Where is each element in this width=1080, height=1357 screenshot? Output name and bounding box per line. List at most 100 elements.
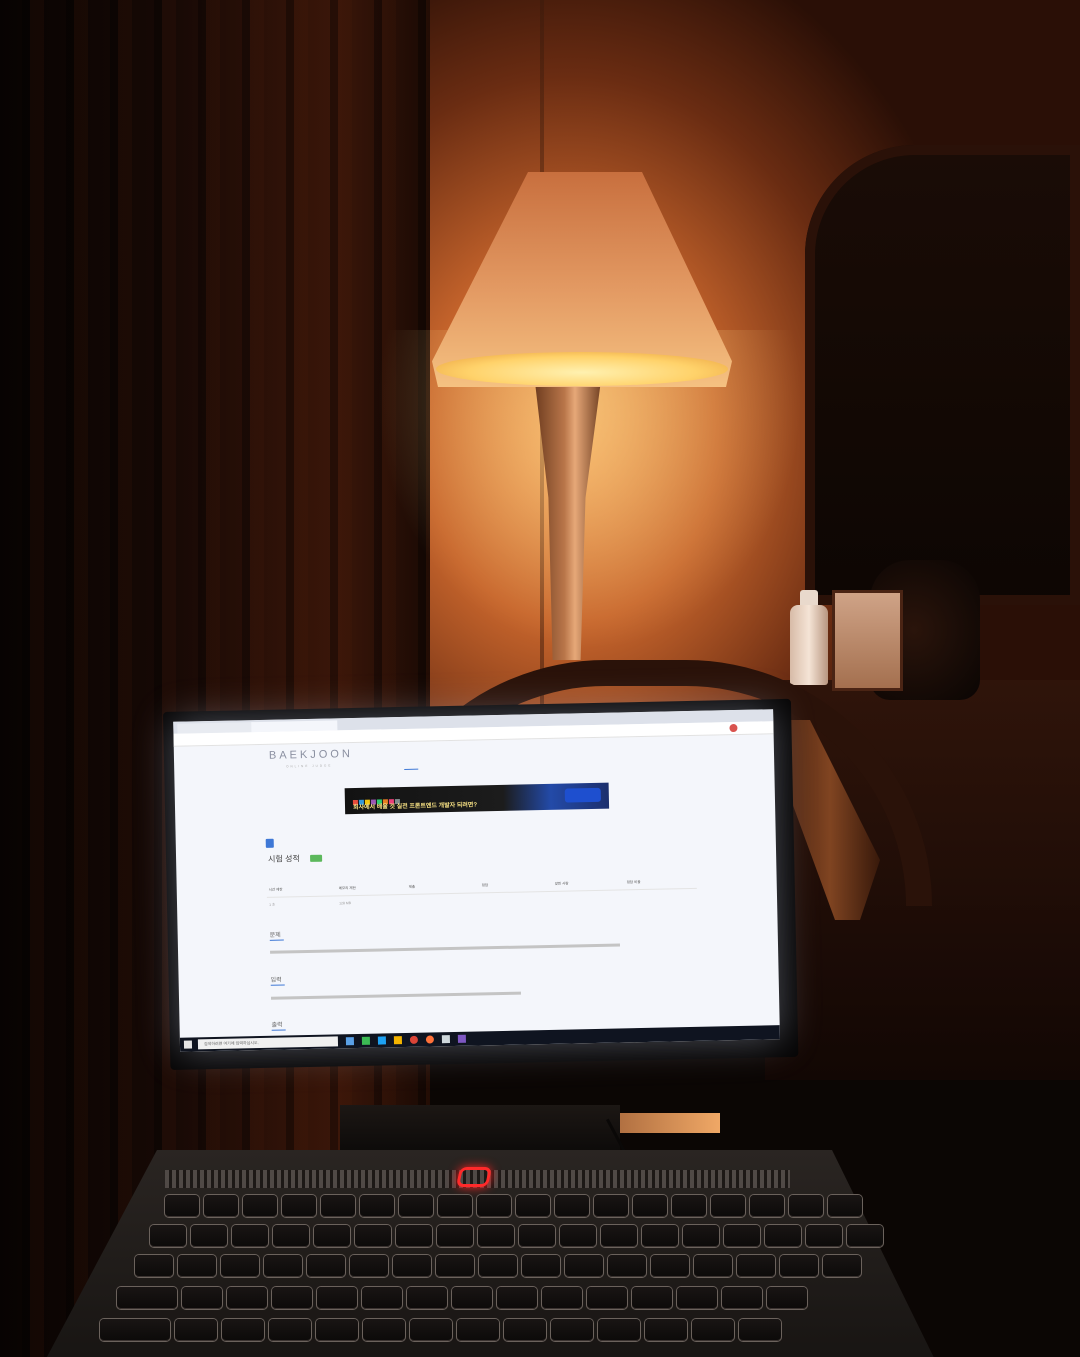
- key: [765, 1225, 801, 1247]
- key: [437, 1225, 473, 1247]
- key: [694, 1255, 732, 1277]
- key: [633, 1195, 667, 1217]
- chrome-icon[interactable]: [409, 1035, 419, 1044]
- table-header: 맞힌 사람: [554, 881, 569, 886]
- key: [598, 1319, 640, 1341]
- table-cell: 1 초: [269, 902, 276, 907]
- task-view-icon[interactable]: [345, 1037, 355, 1046]
- problem-tab-active[interactable]: ​: [265, 838, 274, 848]
- table-header: 정답: [481, 883, 489, 888]
- key: [479, 1255, 517, 1277]
- key: [711, 1195, 745, 1217]
- problem-text-line: [270, 943, 621, 954]
- photo-scene: BAEKJOON ONLINE JUDGE 회사에서 배울 것 실전 프론트엔드…: [0, 0, 1080, 1357]
- site-logo[interactable]: BAEKJOON: [269, 748, 353, 762]
- key: [135, 1255, 173, 1277]
- key: [452, 1287, 492, 1309]
- ad-banner[interactable]: 회사에서 배울 것 실전 프론트엔드 개발자 되려면?: [344, 782, 610, 815]
- section-underline: [270, 984, 285, 986]
- banner-cta-button[interactable]: [564, 787, 601, 803]
- file-explorer-icon[interactable]: [393, 1036, 403, 1045]
- table-header: 시간 제한: [268, 887, 283, 892]
- key: [555, 1195, 589, 1217]
- key: [222, 1319, 264, 1341]
- key: [360, 1195, 394, 1217]
- key: [551, 1319, 593, 1341]
- key: [651, 1255, 689, 1277]
- key: [350, 1255, 388, 1277]
- key: [436, 1255, 474, 1277]
- key: [457, 1319, 499, 1341]
- firefox-icon[interactable]: [425, 1035, 434, 1044]
- taskbar-search-box[interactable]: 검색하려면 여기에 입력하십시오.: [197, 1036, 339, 1050]
- key: [677, 1287, 717, 1309]
- input-text-line: [270, 991, 521, 1000]
- app-icon[interactable]: [441, 1035, 450, 1044]
- keyboard-row: [135, 1255, 866, 1277]
- key: [565, 1255, 603, 1277]
- problem-title: 시험 성적: [268, 854, 300, 864]
- lamp-rim: [436, 352, 728, 386]
- key: [182, 1287, 222, 1309]
- windows-taskbar: 검색하려면 여기에 입력하십시오.: [179, 1025, 780, 1052]
- nav-active-underline: [404, 768, 419, 770]
- problem-badge: [310, 854, 323, 862]
- mirror: [805, 145, 1080, 605]
- key: [594, 1195, 628, 1217]
- laptop-screen: BAEKJOON ONLINE JUDGE 회사에서 배울 것 실전 프론트엔드…: [173, 709, 780, 1052]
- problem-tabs: ​ ​: [265, 831, 291, 850]
- keyboard-row: [165, 1195, 867, 1217]
- key: [587, 1287, 627, 1309]
- key: [269, 1319, 311, 1341]
- key: [722, 1287, 762, 1309]
- key: [789, 1195, 823, 1217]
- key: [150, 1225, 186, 1247]
- key: [191, 1225, 227, 1247]
- key: [165, 1195, 199, 1217]
- key: [478, 1225, 514, 1247]
- key: [642, 1225, 678, 1247]
- key: [750, 1195, 784, 1217]
- section-input-heading: 입력: [270, 977, 282, 984]
- table-header: 제출: [408, 884, 416, 889]
- power-logo-led: [455, 1167, 493, 1187]
- profile-avatar[interactable]: [729, 723, 738, 733]
- key: [178, 1255, 216, 1277]
- key: [204, 1195, 238, 1217]
- key: [632, 1287, 672, 1309]
- key: [477, 1195, 511, 1217]
- windows-start-icon[interactable]: [183, 1040, 193, 1049]
- key: [317, 1287, 357, 1309]
- key: [175, 1319, 217, 1341]
- key: [227, 1287, 267, 1309]
- key: [739, 1319, 781, 1341]
- key: [828, 1195, 862, 1217]
- section-problem-heading: 문제: [269, 932, 281, 939]
- key: [396, 1225, 432, 1247]
- section-underline: [271, 1029, 286, 1031]
- key: [683, 1225, 719, 1247]
- key: [847, 1225, 883, 1247]
- table-divider: [266, 887, 697, 898]
- key: [393, 1255, 431, 1277]
- site-logo-subtitle: ONLINE JUDGE: [286, 763, 333, 769]
- app-icon[interactable]: [361, 1036, 371, 1045]
- key: [767, 1287, 807, 1309]
- app-icon[interactable]: [457, 1034, 466, 1043]
- key: [608, 1255, 646, 1277]
- key: [601, 1225, 637, 1247]
- key: [407, 1287, 447, 1309]
- key: [316, 1319, 358, 1341]
- key: [823, 1255, 861, 1277]
- keyboard-row: [150, 1225, 888, 1247]
- key: [542, 1287, 582, 1309]
- laptop-hinge: [340, 1105, 620, 1155]
- key: [100, 1319, 170, 1341]
- table-cell: 128 MB: [339, 901, 352, 906]
- key: [806, 1225, 842, 1247]
- key: [362, 1287, 402, 1309]
- key: [272, 1287, 312, 1309]
- banner-headline: 회사에서 배울 것 실전 프론트엔드 개발자 되려면?: [352, 802, 478, 812]
- keyboard: [95, 1195, 883, 1357]
- twitter-icon[interactable]: [377, 1036, 387, 1045]
